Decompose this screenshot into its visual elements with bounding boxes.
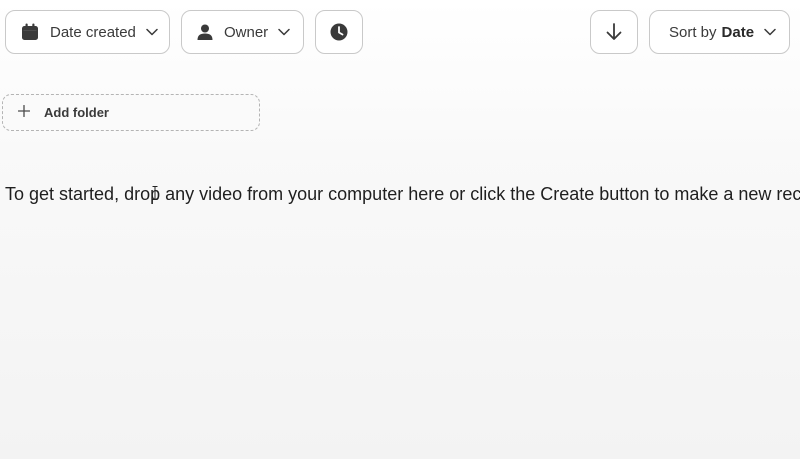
calendar-icon [20,22,40,42]
chevron-down-icon [146,28,158,36]
empty-state-message: To get started, drop any video from your… [5,184,800,204]
sort-by-button[interactable]: Sort by Date [649,10,790,54]
clock-icon [329,22,349,42]
owner-filter-button[interactable]: Owner [181,10,304,54]
chevron-down-icon [278,28,290,36]
person-icon [196,23,214,41]
date-created-filter-button[interactable]: Date created [5,10,170,54]
date-created-filter-label: Date created [50,23,136,41]
owner-filter-label: Owner [224,23,269,41]
sort-direction-button[interactable] [590,10,638,54]
sort-by-value: Date [721,23,755,41]
history-button[interactable] [315,10,363,54]
add-folder-label: Add folder [44,105,109,120]
arrow-down-icon [605,22,623,42]
text-cursor-icon [152,186,158,200]
add-folder-button[interactable]: Add folder [2,94,260,131]
chevron-down-icon [764,28,776,36]
plus-icon [17,104,31,120]
sort-by-prefix: Sort by [669,23,717,41]
